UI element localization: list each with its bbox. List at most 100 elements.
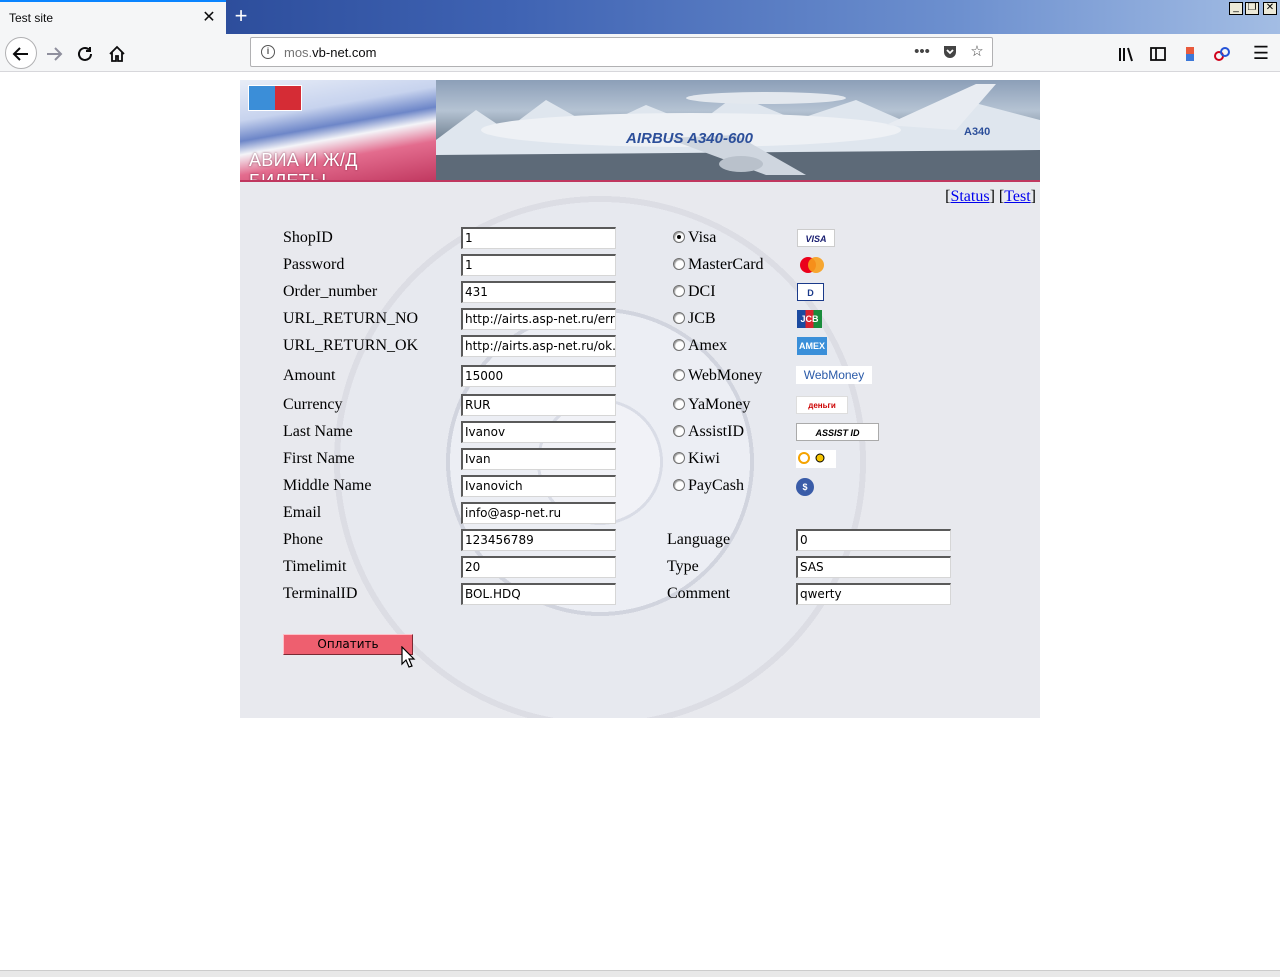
library-icon[interactable]	[1112, 39, 1140, 67]
email-input[interactable]: info@asp-net.ru	[461, 502, 616, 524]
reload-icon[interactable]	[71, 39, 99, 67]
middle-name-label: Middle Name	[283, 477, 372, 494]
first-name-label: First Name	[283, 450, 355, 467]
url-bar[interactable]: i mos.vb-net.com ••• ☆	[250, 37, 993, 67]
url-return-no-input[interactable]: http://airts.asp-net.ru/err.	[461, 308, 616, 330]
banner-flag: АВИА И Ж/Д БИЛЕТЫ	[240, 80, 436, 182]
amex-logo-icon: AMEX	[797, 337, 827, 355]
assistid-label: AssistID	[688, 423, 745, 440]
jcb-logo-icon: JCB	[797, 310, 822, 328]
amex-label: Amex	[688, 337, 728, 354]
page-viewport: АВИА И Ж/Д БИЛЕТЫ AIRBUS A340-600 A340 [	[0, 72, 1280, 977]
kiwi-label: Kiwi	[688, 450, 720, 467]
kiwi-logo-icon	[796, 450, 836, 468]
tail-text: A340	[964, 126, 990, 138]
webmoney-logo-icon: WebMoney	[796, 366, 872, 384]
tab-test-site[interactable]: Test site ✕	[0, 0, 226, 34]
timelimit-label: Timelimit	[283, 558, 347, 575]
banner-title: АВИА И Ж/Д БИЛЕТЫ	[249, 150, 358, 182]
amount-input[interactable]: 15000	[461, 365, 616, 387]
airplane-image: AIRBUS A340-600 A340	[436, 80, 1040, 182]
status-strip	[0, 970, 1280, 977]
bookmark-star-icon[interactable]: ☆	[966, 41, 988, 63]
diners-logo-icon: D	[797, 283, 824, 301]
password-label: Password	[283, 256, 345, 273]
phone-label: Phone	[283, 531, 323, 548]
company-logo-icon	[248, 85, 302, 111]
sidebar-icon[interactable]	[1144, 39, 1172, 67]
currency-input[interactable]: RUR	[461, 394, 616, 416]
extension-link-icon[interactable]	[1208, 39, 1236, 67]
close-tab-icon[interactable]: ✕	[200, 8, 218, 28]
home-icon[interactable]	[103, 39, 131, 67]
close-window-button[interactable]: ✕	[1263, 2, 1277, 15]
language-input[interactable]: 0	[796, 529, 951, 551]
order-number-label: Order_number	[283, 283, 378, 300]
assistid-radio[interactable]	[673, 425, 685, 437]
phone-input[interactable]: 123456789	[461, 529, 616, 551]
last-name-label: Last Name	[283, 423, 353, 440]
test-link[interactable]: Test	[1004, 188, 1030, 205]
password-input[interactable]: 1	[461, 254, 616, 276]
mouse-cursor-icon	[401, 646, 416, 668]
assistid-logo-icon: ASSIST ID	[796, 423, 879, 441]
currency-label: Currency	[283, 396, 343, 413]
type-input[interactable]: SAS	[796, 556, 951, 578]
url-return-ok-input[interactable]: http://airts.asp-net.ru/ok.a	[461, 335, 616, 357]
paycash-label: PayCash	[688, 477, 744, 494]
new-tab-icon[interactable]: +	[230, 5, 252, 27]
first-name-input[interactable]: Ivan	[461, 448, 616, 470]
status-link[interactable]: Status	[950, 188, 989, 205]
restore-window-button[interactable]: ❐	[1245, 2, 1259, 15]
url-return-no-label: URL_RETURN_NO	[283, 310, 419, 327]
top-links: [Status] [Test]	[945, 188, 1036, 205]
navigation-toolbar: i mos.vb-net.com ••• ☆ ☰	[0, 34, 1280, 72]
timelimit-input[interactable]: 20	[461, 556, 616, 578]
middle-name-input[interactable]: Ivanovich	[461, 475, 616, 497]
last-name-input[interactable]: Ivanov	[461, 421, 616, 443]
forward-arrow-icon[interactable]	[40, 39, 68, 67]
visa-radio[interactable]	[673, 231, 685, 243]
url-return-ok-label: URL_RETURN_OK	[283, 337, 419, 354]
terminalid-label: TerminalID	[283, 585, 358, 602]
page-actions-icon[interactable]: •••	[911, 41, 933, 63]
shopid-label: ShopID	[283, 229, 333, 246]
site-container: АВИА И Ж/Д БИЛЕТЫ AIRBUS A340-600 A340 [	[240, 80, 1040, 718]
shopid-input[interactable]: 1	[461, 227, 616, 249]
extension-icon[interactable]	[1176, 39, 1204, 67]
terminalid-input[interactable]: BOL.HDQ	[461, 583, 616, 605]
jcb-label: JCB	[688, 310, 716, 327]
amex-radio[interactable]	[673, 339, 685, 351]
language-label: Language	[667, 531, 731, 548]
minimize-window-button[interactable]: _	[1229, 2, 1243, 15]
header-banner: АВИА И Ж/Д БИЛЕТЫ AIRBUS A340-600 A340	[240, 80, 1040, 182]
mastercard-radio[interactable]	[673, 258, 685, 270]
comment-label: Comment	[667, 585, 731, 602]
pay-button[interactable]: Оплатить	[283, 634, 413, 655]
yamoney-logo-icon: деньги	[796, 396, 848, 414]
menu-icon[interactable]: ☰	[1247, 39, 1275, 67]
webmoney-radio[interactable]	[673, 369, 685, 381]
pocket-icon[interactable]	[939, 41, 961, 63]
tab-title: Test site	[9, 11, 54, 25]
yamoney-radio[interactable]	[673, 398, 685, 410]
dci-radio[interactable]	[673, 285, 685, 297]
paycash-radio[interactable]	[673, 479, 685, 491]
paycash-logo-icon: $	[796, 478, 814, 496]
payment-form: [Status] [Test] ShopID 1 Password 1 Orde…	[240, 182, 1040, 718]
amount-label: Amount	[283, 367, 336, 384]
visa-label: Visa	[688, 229, 717, 246]
comment-input[interactable]: qwerty	[796, 583, 951, 605]
dci-label: DCI	[688, 283, 716, 300]
kiwi-radio[interactable]	[673, 452, 685, 464]
order-number-input[interactable]: 431	[461, 281, 616, 303]
mastercard-logo-icon	[797, 256, 827, 274]
back-arrow-icon[interactable]	[5, 37, 37, 69]
url-text: mos.vb-net.com	[284, 45, 377, 60]
webmoney-label: WebMoney	[688, 367, 763, 384]
plane-caption: AIRBUS A340-600	[625, 130, 754, 147]
jcb-radio[interactable]	[673, 312, 685, 324]
visa-logo-icon: VISA	[797, 229, 835, 247]
site-info-icon[interactable]: i	[261, 45, 275, 59]
browser-titlebar: Test site ✕ + _ ❐ ✕	[0, 0, 1280, 34]
